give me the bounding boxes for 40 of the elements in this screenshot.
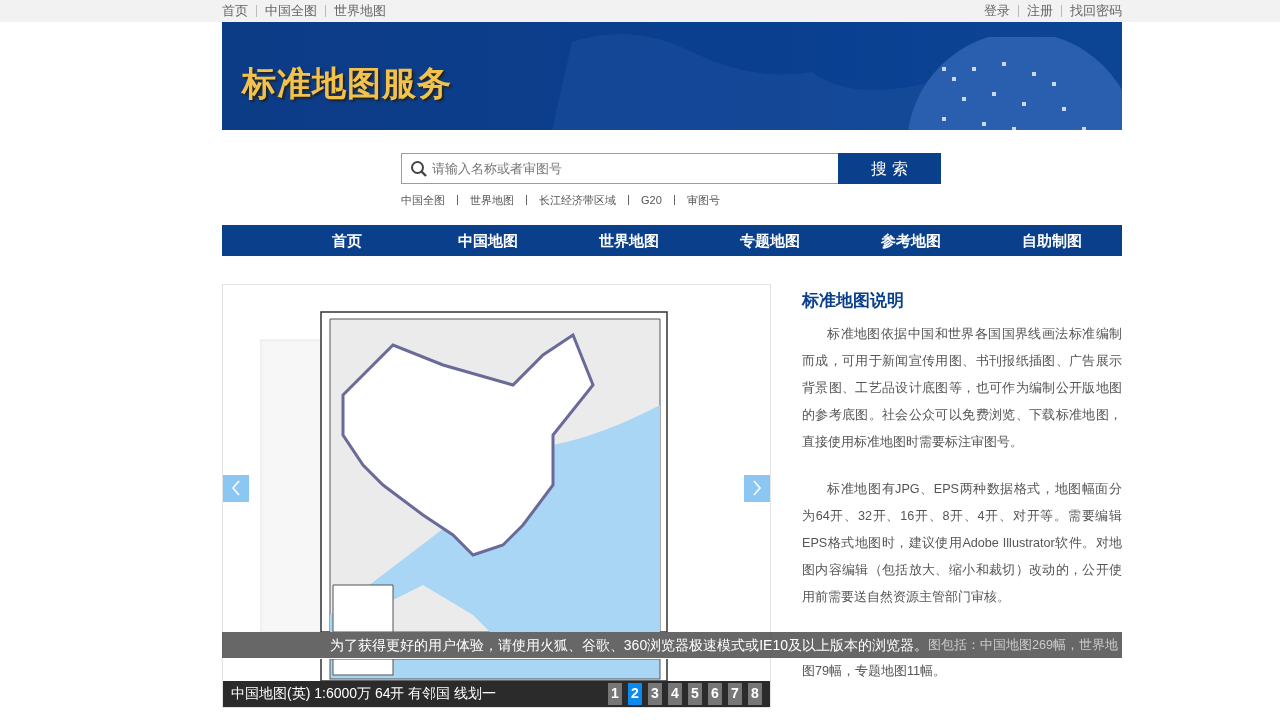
page-button[interactable]: 8 xyxy=(748,682,762,705)
top-link[interactable]: 找回密码 xyxy=(1070,0,1122,22)
chevron-right-icon xyxy=(752,480,762,496)
top-link[interactable]: 注册 xyxy=(1027,0,1053,22)
page-button[interactable]: 5 xyxy=(688,682,702,705)
nav-link[interactable]: 世界地图 xyxy=(558,224,699,256)
page-button[interactable]: 6 xyxy=(708,682,722,705)
map-caption: 中国地图(英) 1:6000万 64开 有邻国 线划一 xyxy=(231,684,497,703)
top-link[interactable]: 登录 xyxy=(984,0,1010,22)
page-button[interactable]: 2 xyxy=(628,682,642,705)
page-button[interactable]: 7 xyxy=(728,682,742,705)
quick-link[interactable]: 中国全图 xyxy=(401,192,445,209)
quick-link[interactable]: 审图号 xyxy=(686,192,720,209)
search-field[interactable]: 请输入名称或者审图号 xyxy=(401,153,838,184)
top-link[interactable]: 世界地图 xyxy=(334,0,386,22)
previous-arrow-button[interactable] xyxy=(223,474,249,502)
nav-link[interactable]: 中国地图 xyxy=(417,224,558,256)
quick-link[interactable]: G20 xyxy=(641,192,662,209)
nav-link[interactable]: 专题地图 xyxy=(699,224,840,256)
search-button[interactable]: 搜 索 xyxy=(838,153,941,184)
info-text-partial: 图包括：中国地图269幅，世界地 xyxy=(928,631,1122,658)
banner-title: 标准地图服务 xyxy=(242,63,452,104)
search-icon xyxy=(410,160,428,178)
quick-link[interactable]: 世界地图 xyxy=(470,192,514,209)
page-button[interactable]: 3 xyxy=(648,682,662,705)
top-link[interactable]: 首页 xyxy=(222,0,248,22)
nav-link[interactable]: 参考地图 xyxy=(840,224,981,256)
quick-link[interactable]: 长江经济带区域 xyxy=(539,192,616,209)
browser-notice-bar: 为了获得更好的用户体验，请使用火狐、谷歌、360浏览器极速模式或IE10及以上版本的浏览器。 xyxy=(222,631,928,658)
top-link[interactable]: 中国全图 xyxy=(265,0,317,22)
info-paragraph: 标准地图依据中国和世界各国国界线画法标准编制而成，可用于新闻宣传用图、书刊报纸插图、广告展示背景图、工艺品设计底图等，也可作为编制公开版地图的参考底图。社会公众可以免费浏览、下载标准地图，直接使用标准地图时需要标注审图号。 xyxy=(802,326,1122,451)
nav-link[interactable]: 自助制图 xyxy=(981,224,1122,256)
next-arrow-button[interactable] xyxy=(744,474,770,502)
info-paragraph: 标准地图有JPG、EPS两种数据格式，地图幅面分为64开、32开、16开、8开、4开、对开等。需要编辑EPS格式地图时，建议使用Adobe Illustrator软件。对地图内容编辑（包括放大、缩小和裁切）改动的，公开使用前需要送自然资源主管部门审核。 xyxy=(802,481,1122,606)
chevron-left-icon xyxy=(231,480,241,496)
page-button[interactable]: 1 xyxy=(608,682,622,705)
info-title: 标准地图说明 xyxy=(802,289,905,312)
page-button[interactable]: 4 xyxy=(668,682,682,705)
nav-link[interactable]: 首页 xyxy=(276,224,417,256)
info-text-line: 图79幅，专题地图11幅。 xyxy=(802,663,948,680)
